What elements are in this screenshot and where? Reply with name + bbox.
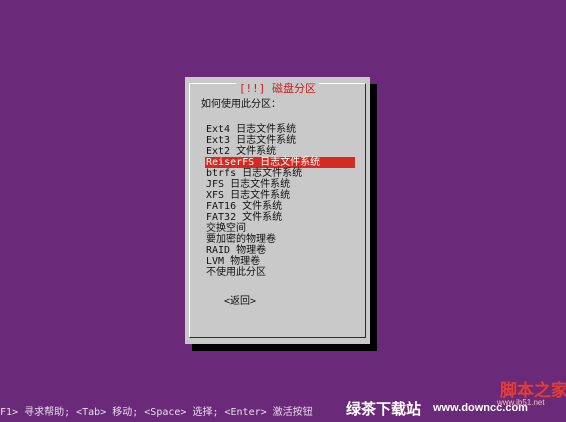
dialog-title-text: [!!] 磁盘分区 [235, 82, 320, 95]
option-ext3[interactable]: Ext3 日志文件系统 [205, 135, 355, 146]
option-do-not-use[interactable]: 不使用此分区 [205, 267, 355, 278]
partition-usage-dialog: [!!] 磁盘分区 如何使用此分区： Ext4 日志文件系统 Ext3 日志文件… [185, 77, 370, 344]
option-btrfs[interactable]: btrfs 日志文件系统 [205, 168, 355, 179]
option-swap[interactable]: 交换空间 [205, 223, 355, 234]
filesystem-option-list: Ext4 日志文件系统 Ext3 日志文件系统 Ext2 文件系统 Reiser… [205, 124, 355, 278]
dialog-title: [!!] 磁盘分区 [190, 82, 365, 95]
option-lvm-volume[interactable]: LVM 物理卷 [205, 256, 355, 267]
usage-prompt: 如何使用此分区： [201, 99, 281, 110]
back-button[interactable]: <返回> [224, 296, 256, 307]
option-ext2[interactable]: Ext2 文件系统 [205, 146, 355, 157]
option-ext4[interactable]: Ext4 日志文件系统 [205, 124, 355, 135]
status-bar: F1> 寻求帮助; <Tab> 移动; <Space> 选择; <Enter> … [0, 407, 313, 418]
option-jfs[interactable]: JFS 日志文件系统 [205, 179, 355, 190]
option-fat16[interactable]: FAT16 文件系统 [205, 201, 355, 212]
option-fat32[interactable]: FAT32 文件系统 [205, 212, 355, 223]
watermark-logo-url: www.jb51.net [497, 398, 545, 407]
watermark-site-name: 绿茶下载站 [346, 400, 422, 418]
option-encrypted-volume[interactable]: 要加密的物理卷 [205, 234, 355, 245]
option-xfs[interactable]: XFS 日志文件系统 [205, 190, 355, 201]
option-raid-volume[interactable]: RAID 物理卷 [205, 245, 355, 256]
option-reiserfs[interactable]: ReiserFS 日志文件系统 [205, 157, 355, 168]
